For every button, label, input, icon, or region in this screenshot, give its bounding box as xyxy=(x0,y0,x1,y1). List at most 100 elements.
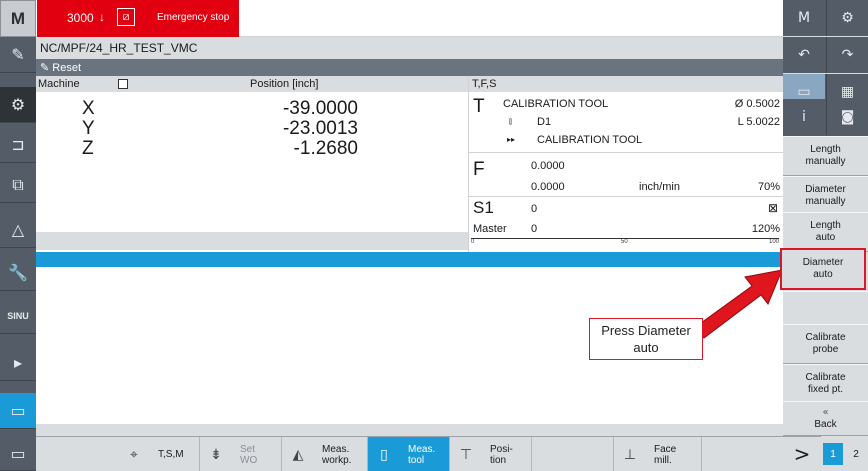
info-icon[interactable]: i xyxy=(783,99,825,135)
softkey-line-1: Posi- xyxy=(490,443,513,455)
softkey-line-2: workp. xyxy=(322,454,352,466)
axis-row-z: Z -1.2680 xyxy=(36,138,468,159)
softkey-diameter-manually[interactable]: Diameter manually xyxy=(783,176,868,216)
machine-mode-icon[interactable]: M xyxy=(0,0,36,37)
pointer-arrow-icon xyxy=(693,269,783,339)
alarm-edit-icon[interactable]: ⧄ xyxy=(117,8,135,26)
tfs-panel: T,F,S T CALIBRATION TOOL Ø 0.5002 ⫾ D1 L… xyxy=(468,76,784,256)
tool-label: T xyxy=(473,96,485,117)
camera-icon[interactable]: ◙ xyxy=(826,99,868,135)
tfs-header: T,F,S xyxy=(469,76,783,92)
softkey-line-1: Back xyxy=(814,418,837,430)
page-2-button[interactable]: 2 xyxy=(846,443,866,465)
softkey-calibrate-fixed-pt[interactable]: Calibrate fixed pt. xyxy=(783,364,868,404)
machine-header: Machine Position [inch] xyxy=(36,76,468,92)
next-tool-icon: ▸▸ xyxy=(507,135,516,144)
sinumerik-icon[interactable]: SINU xyxy=(0,298,36,334)
reset-status: ✎ Reset xyxy=(36,59,783,76)
machine-position-panel: Machine Position [inch] X -39.0000 Y -23… xyxy=(36,76,468,256)
wrench-icon[interactable]: 🔧 xyxy=(0,255,36,291)
tool-name: CALIBRATION TOOL xyxy=(503,98,609,110)
right-top-row-4: i ◙ xyxy=(783,99,868,136)
softkey-line-2: manually xyxy=(805,196,846,207)
softkey-line-2: WO xyxy=(240,454,258,466)
alarm-number: 3000 xyxy=(67,11,94,25)
tool-d-number: D1 xyxy=(537,116,552,128)
instruction-callout: Press Diameter auto xyxy=(589,318,703,360)
face-mill-icon: ⊥ xyxy=(623,446,637,463)
screen-icon[interactable]: ▭ xyxy=(0,393,36,429)
feed-unit: inch/min xyxy=(639,181,680,193)
machine-checkbox[interactable] xyxy=(118,79,128,89)
feed-override: 70% xyxy=(757,181,780,193)
feed-value-2: 0.0000 xyxy=(531,181,565,193)
softkey-line-2: auto xyxy=(813,269,833,280)
axis-row-x: X -39.0000 xyxy=(36,98,468,119)
tool-holder-icon: ⫾ xyxy=(509,116,512,126)
softkey-calibrate-probe[interactable]: Calibrate probe xyxy=(783,324,868,364)
axis-name: X xyxy=(82,98,95,119)
softkey-line-1: T,S,M xyxy=(158,449,184,460)
softkey-face-mill[interactable]: ⊥ Face mill. xyxy=(614,437,702,471)
axis-name: Z xyxy=(82,138,94,159)
softkey-line-2: tool xyxy=(408,454,425,466)
edit-pencil-icon[interactable]: ✎ xyxy=(0,37,36,73)
softkey-back[interactable]: « Back xyxy=(783,401,868,436)
softkey-line-2: mill. xyxy=(654,454,672,466)
callout-line-2: auto xyxy=(633,340,659,355)
undo-icon[interactable]: ↶ xyxy=(783,37,825,73)
right-softkey-bar: M ⚙ ↶ ↷ ▭ ▦ i ◙ Length manually Diameter m… xyxy=(780,0,868,471)
alarm-arrow-icon: ↓ xyxy=(99,10,105,24)
softkey-line-2: manually xyxy=(805,156,846,167)
softkey-line-2: fixed pt. xyxy=(807,384,844,395)
softkey-tsm[interactable]: ⌖ T,S,M xyxy=(118,437,200,471)
keyboard-icon[interactable]: ▭ xyxy=(0,436,36,471)
softkey-line-1: Diameter xyxy=(805,184,846,195)
softkey-set-wo[interactable]: ⇟ Set WO xyxy=(200,437,282,471)
meas-tool-icon: ▯ xyxy=(380,446,388,463)
right-top-row-1: M ⚙ xyxy=(783,0,868,36)
right-top-row-2: ↶ ↷ xyxy=(783,37,868,73)
program-manager-icon[interactable]: ⧉ xyxy=(0,167,36,203)
spindle-stop-icon: ⊠ xyxy=(767,201,778,215)
diagnostics-icon[interactable]: △ xyxy=(0,212,36,248)
axis-value: -23.0013 xyxy=(282,118,358,139)
expand-arrow-icon[interactable]: ▸ xyxy=(0,345,36,381)
left-icon-bar: M ✎ ⚙ ⊐ ⧉ △ 🔧 SINU ▸ ▭ ▭ xyxy=(0,0,36,471)
spindle-value: 0 xyxy=(531,203,538,215)
softkey-meas-tool[interactable]: ▯ Meas. tool xyxy=(368,437,450,471)
softkey-meas-workp[interactable]: ◭ Meas. workp. xyxy=(282,437,368,471)
softkey-line-1: Face xyxy=(654,443,677,455)
set-wo-icon: ⇟ xyxy=(210,446,222,463)
callout-line-1: Press Diameter xyxy=(601,323,691,338)
scale-min: 0 xyxy=(471,239,475,245)
machine-view-icon[interactable]: M xyxy=(783,0,825,36)
tsm-icon: ⌖ xyxy=(130,446,138,463)
position-header: Position [inch] xyxy=(250,78,319,90)
softkey-line-2: probe xyxy=(812,344,839,355)
redo-icon[interactable]: ↷ xyxy=(826,37,868,73)
status-icon[interactable]: ⚙ xyxy=(826,0,868,36)
axis-name: Y xyxy=(82,118,95,139)
softkey-length-auto[interactable]: Length auto xyxy=(783,212,868,252)
softkey-position[interactable]: ⊤ Posi-tion xyxy=(450,437,532,471)
scale-mid: 50 xyxy=(621,239,628,245)
softkey-line-2: auto xyxy=(815,232,836,243)
softkey-empty-bottom[interactable] xyxy=(532,437,614,471)
page-1-button[interactable]: 1 xyxy=(823,443,843,465)
status-bar xyxy=(36,252,783,267)
parameter-icon[interactable]: ⚙ xyxy=(0,87,36,123)
program-icon[interactable]: ⊐ xyxy=(0,127,36,163)
meas-workpiece-icon: ◭ xyxy=(292,446,304,463)
machine-title: Machine xyxy=(38,78,80,90)
softkey-diameter-auto[interactable]: Diameter auto xyxy=(780,248,866,290)
program-path: NC/MPF/24_HR_TEST_VMC xyxy=(36,37,783,59)
next-page-button[interactable]: > xyxy=(783,436,821,471)
axis-row-y: Y -23.0013 xyxy=(36,118,468,139)
spindle-override: 120% xyxy=(751,223,780,235)
softkey-line-1: Meas. xyxy=(408,443,436,455)
alarm-box[interactable]: 3000 ↓ ⧄ Emergency stop xyxy=(37,0,239,37)
master-label: Master xyxy=(473,223,507,235)
softkey-line-1: Diameter xyxy=(802,257,844,268)
softkey-length-manually[interactable]: Length manually xyxy=(783,136,868,176)
